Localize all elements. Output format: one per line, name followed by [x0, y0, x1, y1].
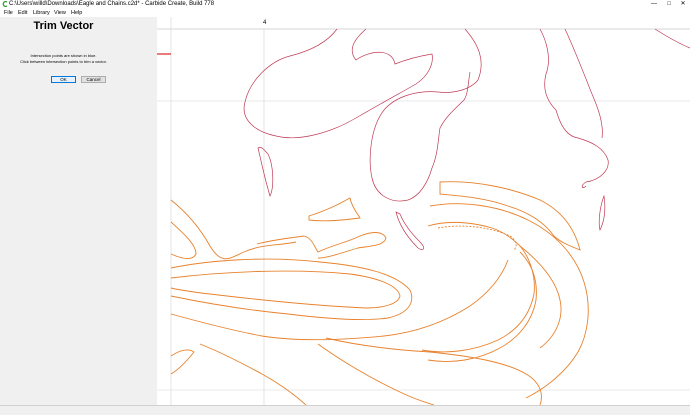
feather-vector[interactable]	[395, 211, 424, 250]
chain-link-vector[interactable]	[519, 245, 562, 349]
instruction-line-1: Intersection points are shown in blue.	[30, 53, 97, 58]
feather-vector[interactable]	[243, 28, 433, 139]
panel-title: Trim Vector	[33, 20, 94, 32]
feather-vector[interactable]	[654, 28, 690, 49]
talon-vector[interactable]	[308, 197, 361, 222]
menu-file[interactable]: File	[4, 9, 13, 17]
carbide-create-app-icon	[2, 1, 8, 7]
chain-link-vector[interactable]	[427, 251, 537, 362]
chain-link-vector[interactable]	[170, 259, 509, 341]
minimize-button[interactable]: —	[647, 0, 661, 9]
design-canvas[interactable]: 4	[157, 17, 690, 406]
feather-vector[interactable]	[598, 194, 606, 232]
feather-vector[interactable]	[564, 28, 603, 139]
cancel-button[interactable]: Cancel	[81, 76, 106, 83]
talon-vector[interactable]	[170, 221, 197, 260]
menu-help[interactable]: Help	[71, 9, 82, 17]
ok-button[interactable]: OK	[51, 76, 76, 83]
tool-panel: Trim Vector Intersection points are show…	[0, 17, 158, 405]
chain-link-vector[interactable]	[421, 221, 535, 353]
chain-link-vector[interactable]	[317, 343, 435, 406]
talon-vector[interactable]	[256, 232, 387, 259]
window-title: C:\Users\willd\Downloads\Eagle and Chain…	[9, 1, 215, 7]
instruction-line-2: Click between intersection points to tri…	[20, 59, 107, 64]
menu-library[interactable]: Library	[33, 9, 50, 17]
ruler-label: 4	[263, 20, 267, 26]
chain-link-vector[interactable]	[439, 181, 581, 251]
unselected-vectors[interactable]	[243, 28, 690, 250]
title-bar: C:\Users\willd\Downloads\Eagle and Chain…	[0, 0, 690, 9]
chain-link-vector[interactable]	[199, 343, 307, 406]
trim-preview-vector[interactable]	[437, 225, 517, 251]
chain-link-outer[interactable]	[170, 258, 413, 321]
maximize-button[interactable]: □	[662, 0, 676, 9]
talon-vector[interactable]	[170, 349, 195, 375]
close-button[interactable]: ✕	[676, 0, 690, 9]
chain-link-vector[interactable]	[429, 203, 589, 399]
chain-link-vector[interactable]	[325, 337, 542, 406]
menu-edit[interactable]: Edit	[18, 9, 27, 17]
feather-vector[interactable]	[257, 147, 274, 197]
menu-view[interactable]: View	[54, 9, 66, 17]
talon-vector[interactable]	[170, 199, 297, 260]
menu-bar: File Edit Library View Help	[0, 9, 690, 17]
feather-vector[interactable]	[539, 28, 609, 188]
selected-vectors[interactable]	[170, 181, 589, 406]
vector-drawing[interactable]: 4	[157, 17, 690, 406]
